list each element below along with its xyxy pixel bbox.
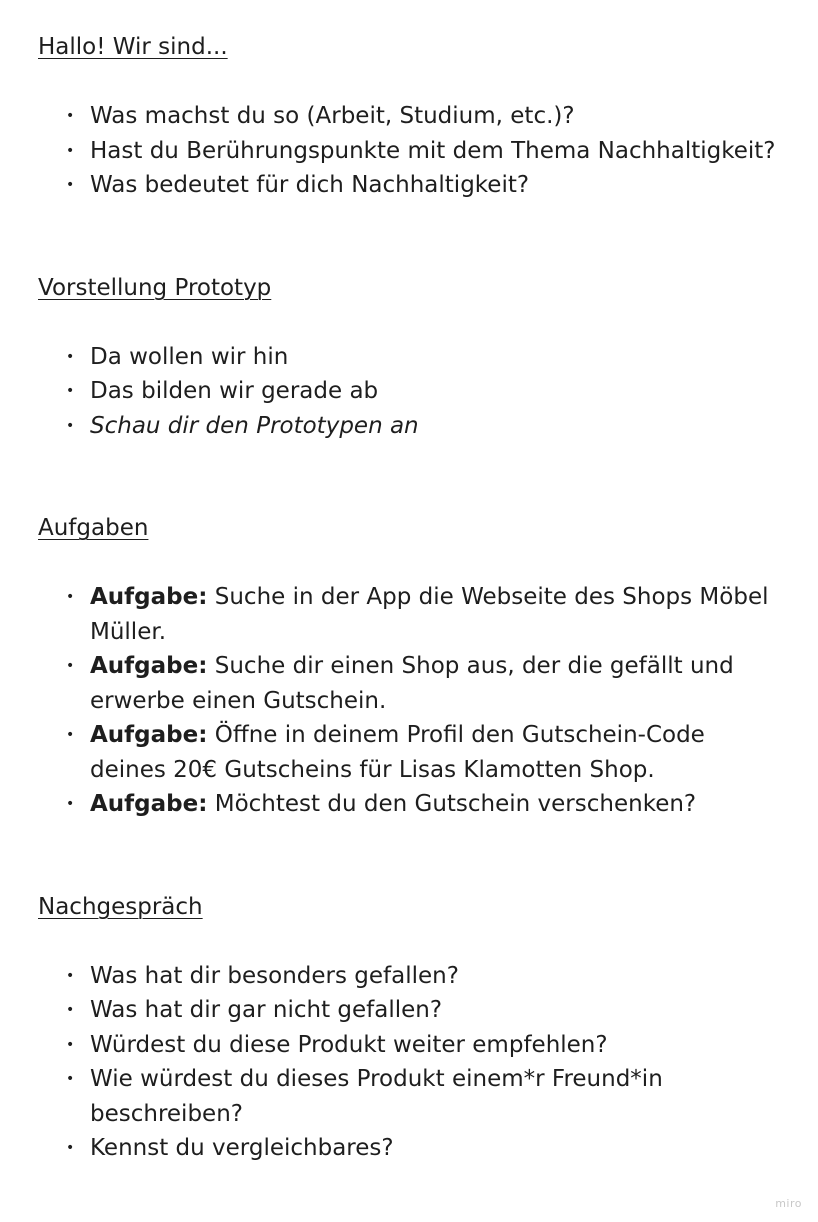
bullet-icon: • [66, 417, 75, 434]
list-item-text: Kennst du vergleichbares? [90, 1135, 394, 1161]
list-item: • Würdest du diese Produkt weiter empfeh… [38, 1028, 778, 1063]
bullet-icon: • [66, 967, 75, 984]
document-body: Hallo! Wir sind... • Was machst du so (A… [38, 30, 778, 1166]
list-item: • Was machst du so (Arbeit, Studium, etc… [38, 99, 778, 134]
list-item-text: Da wollen wir hin [90, 343, 289, 370]
task-item: • Aufgabe: Suche in der App die Webseite… [38, 580, 778, 649]
bullet-icon: • [66, 177, 75, 193]
section-heading-prototype: Vorstellung Prototyp [38, 274, 272, 301]
list-item-text: Was hat dir gar nicht gefallen? [90, 997, 443, 1023]
list-item: • Was bedeutet für dich Nachhaltigkeit? [38, 168, 778, 203]
list-item: • Was hat dir gar nicht gefallen? [38, 993, 778, 1028]
task-label: Aufgabe: [90, 722, 208, 748]
task-item: • Aufgabe: Öffne in deinem Profil den Gu… [38, 718, 778, 787]
bullet-icon: • [66, 142, 75, 159]
list-item-text: Hast du Berührungspunkte mit dem Thema N… [90, 137, 776, 164]
task-item: • Aufgabe: Suche dir einen Shop aus, der… [38, 649, 778, 718]
bullet-icon: • [66, 1036, 75, 1053]
task-text: Möchtest du den Gutschein verschenken? [207, 791, 697, 817]
section-heading-tasks: Aufgaben [38, 515, 149, 541]
list-item-text: Was machst du so (Arbeit, Studium, etc.)… [90, 103, 575, 129]
list-item: • Wie würdest du dieses Produkt einem*r … [38, 1062, 778, 1131]
bullet-icon: • [66, 796, 75, 812]
task-item: • Aufgabe: Möchtest du den Gutschein ver… [38, 787, 778, 822]
debrief-question-list: • Was hat dir besonders gefallen? • Was … [38, 959, 778, 1166]
list-item: • Da wollen wir hin [38, 340, 778, 375]
bullet-icon: • [66, 1140, 75, 1156]
bullet-icon: • [66, 108, 75, 124]
intro-question-list: • Was machst du so (Arbeit, Studium, etc… [38, 99, 778, 203]
bullet-icon: • [66, 589, 75, 605]
list-item-text: Wie würdest du dieses Produkt einem*r Fr… [90, 1066, 663, 1127]
task-label: Aufgabe: [90, 584, 208, 610]
list-item: • Schau dir den Prototypen an [38, 409, 778, 444]
bullet-icon: • [66, 1071, 75, 1087]
list-item: • Hast du Berührungspunkte mit dem Thema… [38, 134, 778, 169]
list-item-text: Was bedeutet für dich Nachhaltigkeit? [90, 172, 530, 198]
bullet-icon: • [66, 1002, 75, 1018]
list-item: • Kennst du vergleichbares? [38, 1131, 778, 1166]
list-item-text: Was hat dir besonders gefallen? [90, 962, 459, 989]
task-list: • Aufgabe: Suche in der App die Webseite… [38, 580, 778, 822]
miro-watermark: miro [775, 1197, 802, 1210]
list-item-text: Würdest du diese Produkt weiter empfehle… [90, 1031, 608, 1058]
bullet-icon: • [66, 658, 75, 674]
section-heading-debrief: Nachgespräch [38, 893, 203, 920]
bullet-icon: • [66, 383, 75, 399]
task-label: Aufgabe: [90, 653, 208, 679]
prototype-list: • Da wollen wir hin • Das bilden wir ger… [38, 340, 778, 444]
list-item: • Das bilden wir gerade ab [38, 374, 778, 409]
bullet-icon: • [66, 348, 75, 365]
section-heading-intro: Hallo! Wir sind... [38, 34, 228, 60]
task-label: Aufgabe: [90, 791, 208, 817]
list-item-text: Das bilden wir gerade ab [90, 378, 379, 404]
list-item-text: Schau dir den Prototypen an [90, 412, 419, 439]
list-item: • Was hat dir besonders gefallen? [38, 959, 778, 994]
bullet-icon: • [66, 727, 75, 743]
